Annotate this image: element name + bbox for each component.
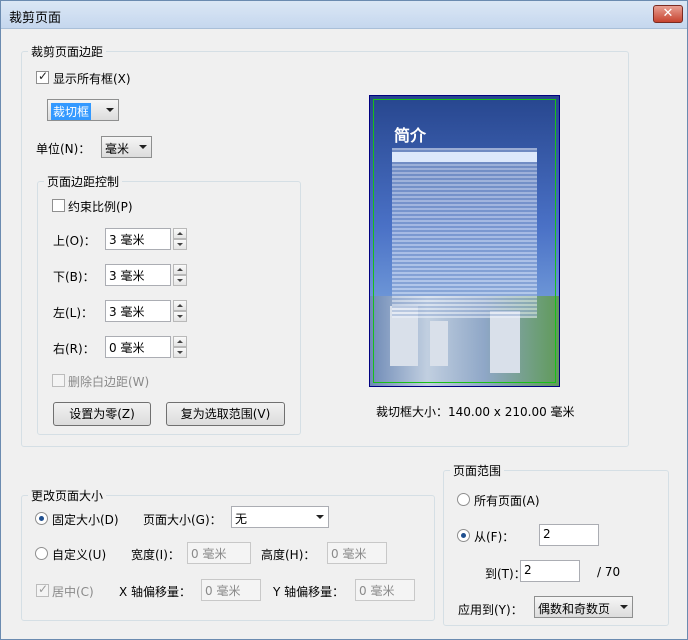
bottom-margin-label: 下(B)： [53,270,95,284]
right-margin-input[interactable]: 0 毫米 [105,336,171,358]
bottom-margin-input[interactable]: 3 毫米 [105,264,171,286]
right-margin-spinner[interactable] [173,336,187,358]
chevron-down-icon [106,108,114,112]
height-label: 高度(H)： [261,548,316,562]
spin-up-icon[interactable] [173,264,187,275]
page-preview: 简介 [369,95,560,387]
bottom-margin-spinner[interactable] [173,264,187,286]
crop-box-size: 裁切框大小：140.00 x 210.00 毫米 [376,405,575,419]
spin-down-icon[interactable] [173,347,187,358]
from-radio[interactable] [457,529,470,542]
remove-white-margins-label[interactable]: 删除白边距(W) [68,373,149,390]
spin-up-icon[interactable] [173,336,187,347]
from-page-input[interactable]: 2 [539,524,599,546]
unit-label: 单位(N)： [36,142,91,156]
page-size-select[interactable]: 无 [231,506,329,528]
width-label: 宽度(I)： [131,548,180,562]
y-offset-input[interactable]: 0 毫米 [355,579,415,601]
close-button[interactable]: ✕ [653,5,683,23]
chevron-down-icon [139,145,147,149]
constrain-proportions-label[interactable]: 约束比例(P) [68,198,133,215]
fixed-size-label[interactable]: 固定大小(D) [52,511,119,528]
remove-white-margins-checkbox[interactable] [52,374,65,387]
top-margin-spinner[interactable] [173,228,187,250]
spin-down-icon[interactable] [173,311,187,322]
y-offset-label: Y 轴偏移量： [273,585,345,599]
x-offset-label: X 轴偏移量： [119,585,192,599]
dialog-title: 裁剪页面 [9,11,62,26]
restore-selection-button[interactable]: 复为选取范围(V) [166,402,285,426]
box-type-value: 裁切框 [51,103,92,120]
top-margin-input[interactable]: 3 毫米 [105,228,171,250]
spin-up-icon[interactable] [173,228,187,239]
from-label[interactable]: 从(F)： [474,528,514,545]
left-margin-input[interactable]: 3 毫米 [105,300,171,322]
left-margin-label: 左(L)： [53,306,94,320]
constrain-proportions-checkbox[interactable] [52,199,65,212]
top-margin-label: 上(O)： [53,234,96,248]
page-size-label: 页面大小(G)： [143,513,222,527]
right-margin-label: 右(R)： [53,342,95,356]
center-label[interactable]: 居中(C) [52,583,94,600]
crop-pages-dialog: 裁剪页面 ✕ 裁剪页面边距 显示所有框(X) 裁切框 单位(N)： 毫米 页面边… [0,0,688,640]
show-all-boxes-checkbox[interactable] [36,69,49,84]
width-input[interactable]: 0 毫米 [187,542,251,564]
chevron-down-icon [316,515,324,519]
page-total: / 70 [597,565,621,579]
unit-select[interactable]: 毫米 [101,136,152,158]
set-to-zero-button[interactable]: 设置为零(Z) [53,402,151,426]
spin-down-icon[interactable] [173,275,187,286]
x-offset-input[interactable]: 0 毫米 [201,579,261,601]
fixed-size-radio[interactable] [35,512,48,525]
crop-box-outline [373,99,556,383]
box-type-select[interactable]: 裁切框 [47,99,119,121]
change-page-size-legend: 更改页面大小 [31,489,104,503]
spin-up-icon[interactable] [173,300,187,311]
custom-size-label[interactable]: 自定义(U) [52,546,106,563]
page-size-value: 无 [235,512,248,526]
chevron-down-icon [620,605,628,609]
page-range-legend: 页面范围 [453,464,502,478]
all-pages-label[interactable]: 所有页面(A) [474,492,540,509]
to-page-input[interactable]: 2 [520,560,580,582]
custom-size-radio[interactable] [35,547,48,560]
unit-value: 毫米 [105,142,130,156]
title-bar[interactable]: 裁剪页面 ✕ [1,1,687,29]
height-input[interactable]: 0 毫米 [327,542,387,564]
left-margin-spinner[interactable] [173,300,187,322]
show-all-boxes-label[interactable]: 显示所有框(X) [53,70,131,87]
crop-margins-legend: 裁剪页面边距 [31,45,104,59]
apply-to-label: 应用到(Y)： [458,603,523,617]
margin-control-legend: 页面边距控制 [47,175,120,189]
apply-to-select[interactable]: 偶数和奇数页 [534,596,633,618]
apply-to-value: 偶数和奇数页 [538,602,611,616]
center-checkbox[interactable] [36,582,49,597]
spin-down-icon[interactable] [173,239,187,250]
all-pages-radio[interactable] [457,493,470,506]
